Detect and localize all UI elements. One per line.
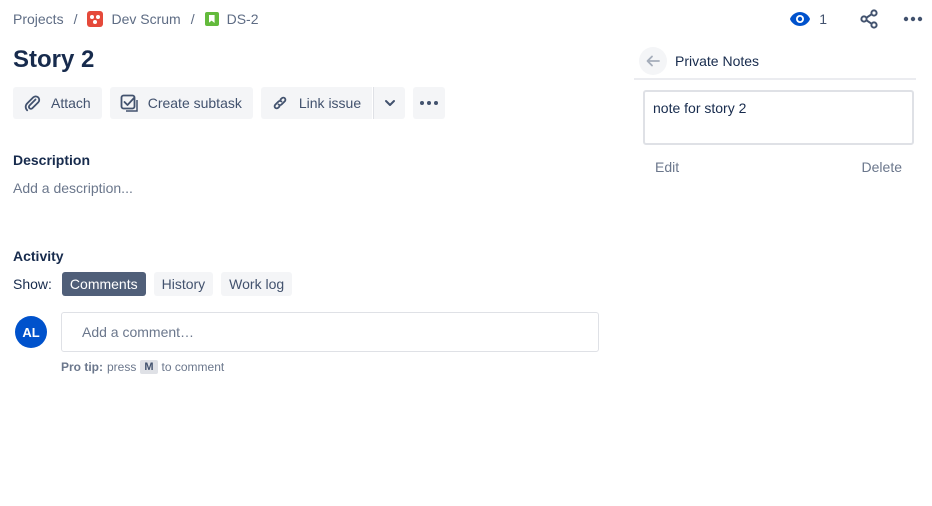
private-notes-header: Private Notes: [634, 44, 916, 80]
private-notes-title: Private Notes: [675, 53, 760, 69]
pro-tip-press: press: [107, 360, 137, 374]
description-input[interactable]: Add a description...: [13, 180, 133, 196]
description-heading: Description: [13, 152, 91, 168]
tab-work-log[interactable]: Work log: [221, 272, 293, 296]
back-button[interactable]: [639, 47, 667, 75]
activity-filter: Show: Comments History Work log: [13, 272, 300, 296]
link-icon: [273, 96, 287, 110]
comment-input[interactable]: Add a comment…: [61, 312, 599, 352]
pro-tip: Pro tip: press M to comment: [61, 360, 224, 374]
shortcut-key: M: [140, 360, 158, 374]
private-notes-panel: Private Notes note for story 2 Edit Dele…: [634, 44, 916, 175]
breadcrumb: Projects / Dev Scrum / DS-2: [13, 10, 259, 28]
attach-label: Attach: [51, 95, 91, 111]
tab-comments[interactable]: Comments: [61, 272, 146, 296]
link-issue-group: Link issue: [260, 87, 406, 119]
chevron-down-icon: [384, 100, 395, 106]
eye-icon: [790, 12, 811, 26]
issue-top-actions: 1: [783, 6, 932, 32]
share-button[interactable]: [853, 6, 885, 32]
pro-tip-suffix: to comment: [161, 360, 225, 374]
subtask-icon: [120, 94, 138, 112]
avatar: AL: [15, 316, 47, 348]
breadcrumb-projects[interactable]: Projects: [13, 11, 64, 27]
tab-history[interactable]: History: [153, 272, 214, 296]
pro-tip-label: Pro tip:: [61, 360, 103, 374]
note-actions: Edit Delete: [643, 159, 914, 175]
link-issue-dropdown-button[interactable]: [373, 87, 406, 119]
more-actions-button[interactable]: [897, 6, 929, 32]
paperclip-icon: [24, 95, 41, 112]
show-label: Show:: [13, 276, 52, 292]
attach-button[interactable]: Attach: [13, 87, 102, 119]
breadcrumb-project-label: Dev Scrum: [111, 11, 181, 27]
issue-title[interactable]: Story 2: [13, 46, 94, 74]
watch-count: 1: [819, 11, 827, 27]
watch-button[interactable]: 1: [783, 11, 833, 27]
share-icon: [860, 9, 878, 29]
issue-toolbar: Attach Create subtask Link issue: [13, 87, 446, 119]
link-issue-button[interactable]: Link issue: [260, 87, 373, 119]
create-subtask-button[interactable]: Create subtask: [109, 87, 253, 119]
more-horizontal-icon: [903, 16, 923, 22]
dev-scrum-project-icon: [87, 11, 104, 27]
breadcrumb-separator: /: [73, 11, 78, 27]
private-note-content: note for story 2: [643, 90, 914, 145]
activity-heading: Activity: [13, 248, 64, 264]
breadcrumb-separator: /: [190, 11, 195, 27]
toolbar-more-button[interactable]: [413, 87, 446, 119]
delete-note-button[interactable]: Delete: [850, 159, 914, 175]
more-horizontal-icon: [420, 101, 439, 105]
arrow-left-icon: [646, 55, 660, 67]
link-issue-label: Link issue: [298, 95, 362, 111]
breadcrumb-issue-key: DS-2: [226, 11, 259, 27]
breadcrumb-issue[interactable]: DS-2: [204, 11, 259, 27]
edit-note-button[interactable]: Edit: [643, 159, 691, 175]
breadcrumb-project[interactable]: Dev Scrum: [87, 11, 181, 27]
story-icon: [204, 12, 219, 26]
create-subtask-label: Create subtask: [147, 95, 242, 111]
